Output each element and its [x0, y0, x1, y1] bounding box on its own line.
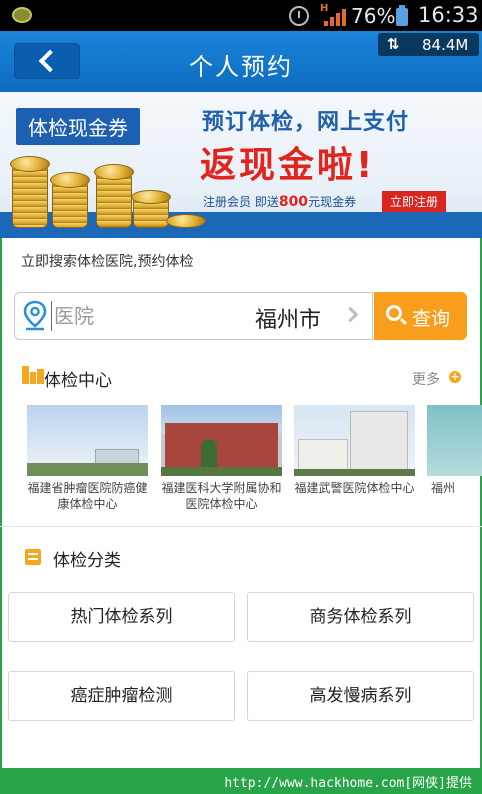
banner-title: 返现金啦!	[200, 145, 376, 186]
category-button[interactable]: 癌症肿瘤检测	[8, 671, 235, 721]
search-icon	[386, 305, 402, 321]
category-button[interactable]: 商务体检系列	[247, 592, 474, 642]
watermark-text: http://www.hackhome.com[网侠]提供	[224, 776, 472, 791]
plus-icon[interactable]: +	[449, 371, 461, 383]
search-button[interactable]: 查询	[374, 292, 467, 340]
center-photo	[27, 405, 148, 476]
section-divider	[0, 526, 482, 527]
center-name: 福建省肿瘤医院防癌健康体检中心	[27, 481, 148, 511]
carousel-indicator	[219, 232, 264, 238]
title-bar: 个人预约 ⇅ 84.4M	[0, 31, 482, 92]
center-card[interactable]: 福建武警医院体检中心	[294, 405, 415, 496]
city-selector[interactable]: 福州市	[255, 302, 321, 334]
signal-icon	[324, 8, 346, 26]
status-bar: H 76% 16:33	[0, 0, 482, 31]
register-button[interactable]: 立即注册	[382, 191, 447, 212]
location-pin-icon	[23, 300, 47, 331]
chevron-right-icon[interactable]	[342, 306, 359, 323]
category-button[interactable]: 热门体检系列	[8, 592, 235, 642]
search-hint: 立即搜索体检医院,预约体检	[21, 254, 194, 270]
clock: 16:33	[418, 3, 479, 27]
battery-percent: 76%	[351, 4, 396, 28]
center-photo	[427, 405, 482, 476]
section-title-categories: 体检分类	[53, 551, 121, 571]
center-card[interactable]: 福建省肿瘤医院防癌健康体检中心	[27, 405, 148, 512]
banner-headline: 预订体检，网上支付	[202, 110, 410, 135]
section-title-centers: 体检中心	[44, 371, 112, 391]
battery-icon	[396, 5, 408, 26]
center-name: 福建医科大学附属协和医院体检中心	[161, 481, 282, 511]
building-icon	[22, 366, 44, 384]
more-link[interactable]: 更多	[412, 369, 440, 389]
promo-banner[interactable]: 体检现金券 预订体检，网上支付 返现金啦! 注册会员 即送800元现金券 立即注…	[0, 92, 482, 238]
list-icon	[25, 549, 41, 565]
center-name: 福建武警医院体检中心	[294, 481, 415, 495]
alarm-icon	[289, 6, 309, 26]
center-photo	[294, 405, 415, 476]
search-input[interactable]	[51, 301, 251, 331]
category-button[interactable]: 高发慢病系列	[247, 671, 474, 721]
center-card[interactable]: 福建医科大学附属协和医院体检中心	[161, 405, 282, 512]
watermark-footer: http://www.hackhome.com[网侠]提供	[0, 768, 482, 794]
center-card[interactable]: 福州	[427, 405, 482, 496]
banner-subline: 注册会员 即送800元现金券	[203, 194, 357, 210]
network-speed: 84.4M	[422, 36, 469, 54]
data-transfer-icon: ⇅	[387, 35, 400, 53]
center-photo	[161, 405, 282, 476]
app-notification-icon	[12, 7, 32, 23]
network-speed-badge: ⇅ 84.4M	[378, 33, 479, 56]
banner-tag: 体检现金券	[16, 108, 140, 145]
center-name: 福州	[431, 481, 456, 495]
frame-border-left	[0, 238, 2, 768]
search-box: 福州市	[14, 292, 373, 340]
search-button-label: 查询	[412, 308, 451, 330]
